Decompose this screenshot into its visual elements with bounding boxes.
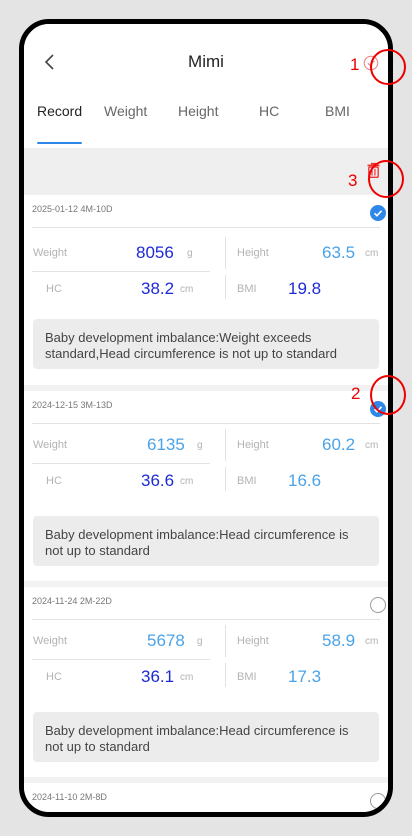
divider	[32, 271, 210, 272]
nav-bar: Mimi	[24, 24, 388, 84]
weight-unit: g	[197, 440, 203, 451]
record-card: 2024-11-10 2M-8D	[24, 783, 388, 812]
record-date: 2024-12-15 3M-13D	[32, 400, 113, 410]
weight-value: 5678	[147, 631, 185, 650]
height-value: 58.9	[322, 631, 356, 650]
height-unit: cm	[365, 440, 379, 451]
tab-height[interactable]: Height	[178, 103, 218, 119]
height-value: 60.2	[322, 435, 356, 454]
height-value: 63.5	[322, 243, 356, 262]
bmi-label: BMI	[237, 475, 257, 487]
height-unit: cm	[365, 248, 379, 259]
annotation-label: 3	[348, 171, 358, 190]
check-circle-icon[interactable]	[370, 205, 386, 221]
weight-value: 8056	[136, 243, 174, 262]
active-tab-indicator	[37, 142, 82, 144]
unchecked-circle-icon[interactable]	[370, 597, 386, 613]
annotation-label: 1	[350, 55, 360, 74]
height-unit: cm	[365, 636, 379, 647]
height-label: Height	[237, 635, 269, 647]
annotation-circle	[370, 49, 406, 85]
height-label: Height	[237, 439, 269, 451]
divider	[32, 659, 210, 660]
tab-bar: Record Weight Height HC BMI	[24, 84, 388, 148]
divider	[225, 429, 226, 461]
bmi-value: 16.6	[288, 471, 322, 490]
tab-record[interactable]: Record	[37, 103, 82, 119]
bmi-label: BMI	[237, 283, 257, 295]
divider	[225, 663, 226, 687]
tab-hc[interactable]: HC	[259, 103, 279, 119]
divider	[32, 227, 380, 228]
divider	[225, 467, 226, 491]
annotation-label: 2	[351, 384, 361, 403]
hc-unit: cm	[180, 284, 194, 295]
development-message: Baby development imbalance:Head circumfe…	[33, 712, 379, 762]
tab-bmi[interactable]: BMI	[325, 103, 350, 119]
development-message: Baby development imbalance:Head circumfe…	[33, 516, 379, 566]
height-label: Height	[237, 247, 269, 259]
page-title: Mimi	[188, 52, 224, 71]
divider	[32, 423, 380, 424]
divider	[225, 237, 226, 269]
action-toolbar	[24, 148, 388, 194]
weight-label: Weight	[33, 635, 68, 647]
weight-unit: g	[187, 248, 193, 259]
tab-weight[interactable]: Weight	[104, 103, 147, 119]
hc-unit: cm	[180, 672, 194, 683]
bmi-value: 19.8	[288, 279, 322, 298]
weight-unit: g	[197, 636, 203, 647]
divider	[32, 463, 210, 464]
hc-value: 38.2	[141, 279, 175, 298]
hc-label: HC	[46, 475, 62, 487]
divider	[32, 619, 380, 620]
hc-value: 36.1	[141, 667, 175, 686]
divider	[225, 275, 226, 299]
record-date: 2024-11-24 2M-22D	[32, 596, 112, 606]
bmi-label: BMI	[237, 671, 257, 683]
unchecked-circle-icon[interactable]	[370, 793, 386, 809]
record-date: 2025-01-12 4M-10D	[32, 204, 113, 214]
annotation-circle	[370, 375, 406, 415]
record-card: 2025-01-12 4M-10D Weight 8056 g Height 6…	[24, 195, 388, 385]
record-card: 2024-12-15 3M-13D Weight 6135 g Height 6…	[24, 391, 388, 581]
bmi-value: 17.3	[288, 667, 322, 686]
hc-unit: cm	[180, 476, 194, 487]
record-date: 2024-11-10 2M-8D	[32, 792, 107, 802]
development-message: Baby development imbalance:Weight exceed…	[33, 319, 379, 369]
weight-label: Weight	[33, 439, 68, 451]
record-card: 2024-11-24 2M-22D Weight 5678 g Height 5…	[24, 587, 388, 777]
divider	[225, 625, 226, 657]
hc-label: HC	[46, 671, 62, 683]
hc-label: HC	[46, 283, 62, 295]
weight-label: Weight	[33, 247, 68, 259]
weight-value: 6135	[147, 435, 185, 454]
hc-value: 36.6	[141, 471, 175, 490]
annotation-circle	[368, 160, 404, 198]
phone-frame: Mimi Record Weight Height HC BMI 2025-01…	[19, 19, 393, 817]
